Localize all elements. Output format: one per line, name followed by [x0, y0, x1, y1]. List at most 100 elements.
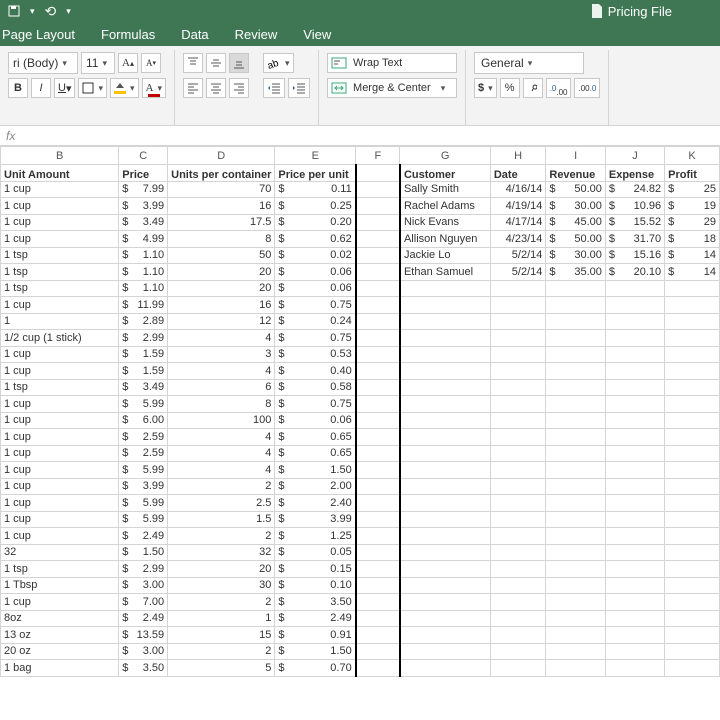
cell[interactable]: $2.99 — [119, 330, 168, 347]
comma-button[interactable] — [523, 78, 543, 98]
cell[interactable]: 1 cup — [1, 198, 119, 215]
cell[interactable]: $3.49 — [119, 214, 168, 231]
cell[interactable] — [490, 412, 546, 429]
column-header[interactable]: F — [356, 147, 400, 165]
cell[interactable] — [605, 363, 664, 380]
cell[interactable] — [356, 198, 400, 215]
cell[interactable]: $0.02 — [275, 247, 356, 264]
decrease-indent-button[interactable] — [263, 78, 285, 98]
cell[interactable]: $2.59 — [119, 429, 168, 446]
cell[interactable]: 1/2 cup (1 stick) — [1, 330, 119, 347]
cell[interactable]: $1.59 — [119, 363, 168, 380]
cell[interactable] — [356, 577, 400, 594]
cell[interactable]: $31.70 — [605, 231, 664, 248]
cell[interactable] — [665, 594, 720, 611]
cell[interactable] — [546, 561, 605, 578]
cell[interactable] — [605, 561, 664, 578]
cell[interactable] — [546, 445, 605, 462]
cell[interactable] — [400, 462, 490, 479]
cell[interactable] — [490, 495, 546, 512]
cell[interactable]: $2.00 — [275, 478, 356, 495]
cell[interactable] — [356, 660, 400, 677]
cell[interactable] — [400, 577, 490, 594]
cell[interactable]: 1 — [1, 313, 119, 330]
cell[interactable]: 1 bag — [1, 660, 119, 677]
cell[interactable]: 8 — [168, 396, 275, 413]
cell[interactable] — [665, 280, 720, 297]
cell[interactable] — [356, 495, 400, 512]
cell[interactable]: $2.99 — [119, 561, 168, 578]
cell[interactable] — [546, 478, 605, 495]
cell[interactable] — [356, 379, 400, 396]
cell[interactable]: $2.49 — [119, 610, 168, 627]
header-cell[interactable]: Profit — [665, 165, 720, 182]
cell[interactable]: $10.96 — [605, 198, 664, 215]
cell[interactable] — [400, 643, 490, 660]
cell[interactable] — [546, 280, 605, 297]
cell[interactable] — [356, 544, 400, 561]
cell[interactable]: $11.99 — [119, 297, 168, 314]
cell[interactable]: 1 tsp — [1, 247, 119, 264]
cell[interactable]: $3.50 — [275, 594, 356, 611]
underline-button[interactable]: U ▾ — [54, 78, 75, 98]
cell[interactable]: 1 cup — [1, 363, 119, 380]
cell[interactable]: 1 cup — [1, 181, 119, 198]
cell[interactable]: $2.40 — [275, 495, 356, 512]
cell[interactable]: $18 — [665, 231, 720, 248]
cell[interactable] — [490, 330, 546, 347]
cell[interactable]: Rachel Adams — [400, 198, 490, 215]
cell[interactable]: $5.99 — [119, 511, 168, 528]
cell[interactable]: 4/17/14 — [490, 214, 546, 231]
cell[interactable]: 5 — [168, 660, 275, 677]
cell[interactable] — [546, 346, 605, 363]
cell[interactable] — [605, 445, 664, 462]
cell[interactable] — [490, 363, 546, 380]
cell[interactable]: $1.50 — [275, 643, 356, 660]
formula-input[interactable] — [21, 127, 714, 145]
percent-button[interactable]: % — [500, 78, 520, 98]
cell[interactable] — [665, 330, 720, 347]
cell[interactable] — [356, 610, 400, 627]
cell[interactable]: 20 oz — [1, 643, 119, 660]
cell[interactable]: $3.00 — [119, 577, 168, 594]
column-header[interactable]: K — [665, 147, 720, 165]
cell[interactable]: $3.49 — [119, 379, 168, 396]
cell[interactable]: $1.59 — [119, 346, 168, 363]
cell[interactable]: 50 — [168, 247, 275, 264]
align-bottom-button[interactable] — [229, 53, 249, 73]
cell[interactable]: 20 — [168, 561, 275, 578]
cell[interactable] — [490, 544, 546, 561]
cell[interactable] — [400, 478, 490, 495]
cell[interactable]: $0.06 — [275, 412, 356, 429]
cell[interactable]: $1.10 — [119, 280, 168, 297]
cell[interactable]: 1 cup — [1, 231, 119, 248]
cell[interactable] — [665, 313, 720, 330]
decrease-font-button[interactable]: A▾ — [141, 53, 161, 73]
cell[interactable] — [356, 643, 400, 660]
cell[interactable]: $3.99 — [119, 478, 168, 495]
cell[interactable] — [356, 346, 400, 363]
cell[interactable] — [546, 528, 605, 545]
cell[interactable]: 2 — [168, 528, 275, 545]
cell[interactable]: $4.99 — [119, 231, 168, 248]
cell[interactable] — [400, 280, 490, 297]
cell[interactable] — [356, 561, 400, 578]
cell[interactable] — [665, 528, 720, 545]
cell[interactable] — [546, 660, 605, 677]
cell[interactable]: $15.52 — [605, 214, 664, 231]
cell[interactable] — [605, 330, 664, 347]
cell[interactable] — [356, 412, 400, 429]
cell[interactable]: $19 — [665, 198, 720, 215]
cell[interactable] — [546, 429, 605, 446]
cell[interactable]: $0.58 — [275, 379, 356, 396]
cell[interactable]: $0.24 — [275, 313, 356, 330]
cell[interactable] — [490, 445, 546, 462]
font-size-combo[interactable]: 11 — [81, 52, 115, 74]
cell[interactable]: 16 — [168, 297, 275, 314]
cell[interactable]: $7.99 — [119, 181, 168, 198]
cell[interactable] — [546, 594, 605, 611]
cell[interactable] — [665, 297, 720, 314]
cell[interactable] — [665, 610, 720, 627]
cell[interactable]: $45.00 — [546, 214, 605, 231]
cell[interactable]: Ethan Samuel — [400, 264, 490, 281]
